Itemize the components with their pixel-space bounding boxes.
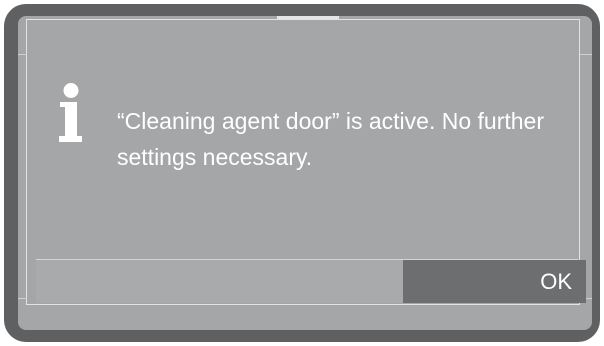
frame-line-top [26,19,580,20]
frame-tick [580,54,592,55]
frame-tick [18,54,27,55]
frame-tick [18,298,27,299]
frame-line-bottom [26,304,580,305]
frame-line-left [26,19,27,305]
footer-empty-area [36,260,403,303]
ok-button[interactable]: OK [403,260,586,303]
top-indicator [277,16,339,19]
dialog-message: “Cleaning agent door” is active. No furt… [117,108,544,170]
info-icon [59,83,82,142]
